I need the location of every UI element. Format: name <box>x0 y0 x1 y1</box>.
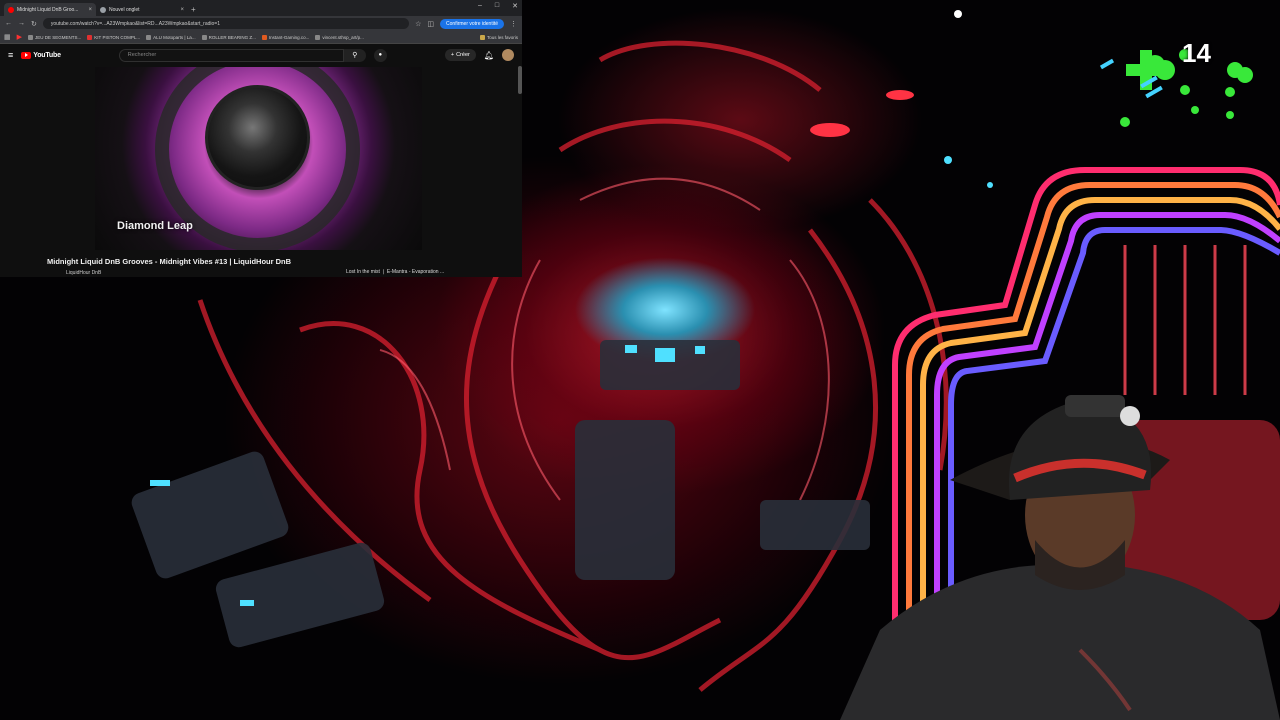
url-field[interactable]: youtube.com/watch?v=...A23Wmpkao&list=RD… <box>42 18 410 29</box>
new-tab-button[interactable]: + <box>191 3 196 16</box>
mic-icon[interactable]: ● <box>373 48 387 62</box>
bookmark-icon <box>201 34 207 40</box>
youtube-favicon-icon <box>8 6 14 13</box>
confirm-identity-button[interactable]: Confirmer votre identité <box>440 18 504 29</box>
window-controls: – □ ✕ <box>478 2 518 10</box>
youtube-play-icon <box>21 51 32 59</box>
close-tab-icon[interactable]: × <box>88 7 92 13</box>
bookmark-icon <box>146 34 152 40</box>
youtube-header: ≡ YouTube Rechercher ⚲ ● + Créer 🔔︎ <box>0 44 522 66</box>
video-caption: Diamond Leap <box>117 220 193 232</box>
like-count: 14 <box>1182 38 1211 68</box>
extensions-icon[interactable]: ◫ <box>427 20 434 28</box>
bookmark-icon <box>261 34 267 40</box>
bookmarks-bar: ▦ ▶ JEU DE SEGMENTS... KIT PISTON COMPL.… <box>0 31 522 44</box>
bookmark-item[interactable]: JEU DE SEGMENTS... <box>28 34 81 40</box>
all-bookmarks-link[interactable]: Tous les favoris <box>479 34 518 40</box>
star-icon[interactable]: ☆ <box>415 20 421 28</box>
apps-grid-icon[interactable]: ▦ <box>4 33 11 41</box>
speaker-cone-artwork <box>205 85 310 190</box>
youtube-bookmark-icon[interactable]: ▶ <box>17 33 22 41</box>
address-bar-row: ← → ↻ youtube.com/watch?v=...A23Wmpkao&l… <box>0 16 522 31</box>
up-next-item[interactable]: Lost In the mist ❘ E-Mantra - Evaporatio… <box>346 269 444 275</box>
avatar[interactable] <box>502 49 514 61</box>
tab-youtube[interactable]: Midnight Liquid DnB Groo... × <box>4 3 96 16</box>
bookmark-item[interactable]: ALU Motoparts | La... <box>146 34 196 40</box>
tab-title: Nouvel onglet <box>109 6 140 13</box>
bookmark-item[interactable]: vincent.sthsp_art/p... <box>315 34 364 40</box>
create-button[interactable]: + Créer <box>444 49 476 61</box>
menu-icon[interactable]: ≡ <box>8 50 13 60</box>
streamer-silhouette <box>840 395 1280 720</box>
scrollbar[interactable] <box>518 66 522 94</box>
bell-icon[interactable]: 🔔︎ <box>484 51 494 60</box>
close-window-icon[interactable]: ✕ <box>512 2 518 10</box>
channel-name[interactable]: LiquidHour DnB <box>66 270 101 276</box>
bookmark-item[interactable]: ROLLER BEARING Z... <box>201 34 256 40</box>
arrow-left-icon[interactable]: ← <box>5 20 12 27</box>
close-tab-icon[interactable]: × <box>180 7 184 13</box>
youtube-logo[interactable]: YouTube <box>21 51 61 59</box>
webcam-feed <box>840 380 1280 720</box>
minimize-icon[interactable]: – <box>478 2 482 10</box>
browser-window: Midnight Liquid DnB Groo... × Nouvel ong… <box>0 0 522 277</box>
tab-title: Midnight Liquid DnB Groo... <box>17 6 79 13</box>
maximize-icon[interactable]: □ <box>495 2 499 10</box>
more-menu-icon[interactable]: ⋮ <box>510 20 517 28</box>
tab-bar: Midnight Liquid DnB Groo... × Nouvel ong… <box>0 0 522 16</box>
bookmark-icon <box>87 34 93 40</box>
search-input[interactable]: Rechercher <box>118 48 344 62</box>
chrome-favicon-icon <box>100 6 106 13</box>
bookmark-item[interactable]: Instant-Gaming.co... <box>261 34 309 40</box>
bookmark-item[interactable]: KIT PISTON COMPL... <box>87 34 140 40</box>
bookmark-icon <box>28 34 34 40</box>
plus-icon: + <box>450 52 455 58</box>
video-player[interactable]: Diamond Leap <box>95 67 422 250</box>
bookmark-icon <box>315 34 321 40</box>
reload-icon[interactable]: ↻ <box>31 20 37 28</box>
tab-new[interactable]: Nouvel onglet × <box>96 3 188 16</box>
folder-icon <box>479 34 485 40</box>
like-hearts-overlay <box>1099 49 1253 127</box>
video-title: Midnight Liquid DnB Grooves - Midnight V… <box>47 257 292 266</box>
search-icon[interactable]: ⚲ <box>343 48 366 62</box>
arrow-right-icon[interactable]: → <box>18 20 25 27</box>
